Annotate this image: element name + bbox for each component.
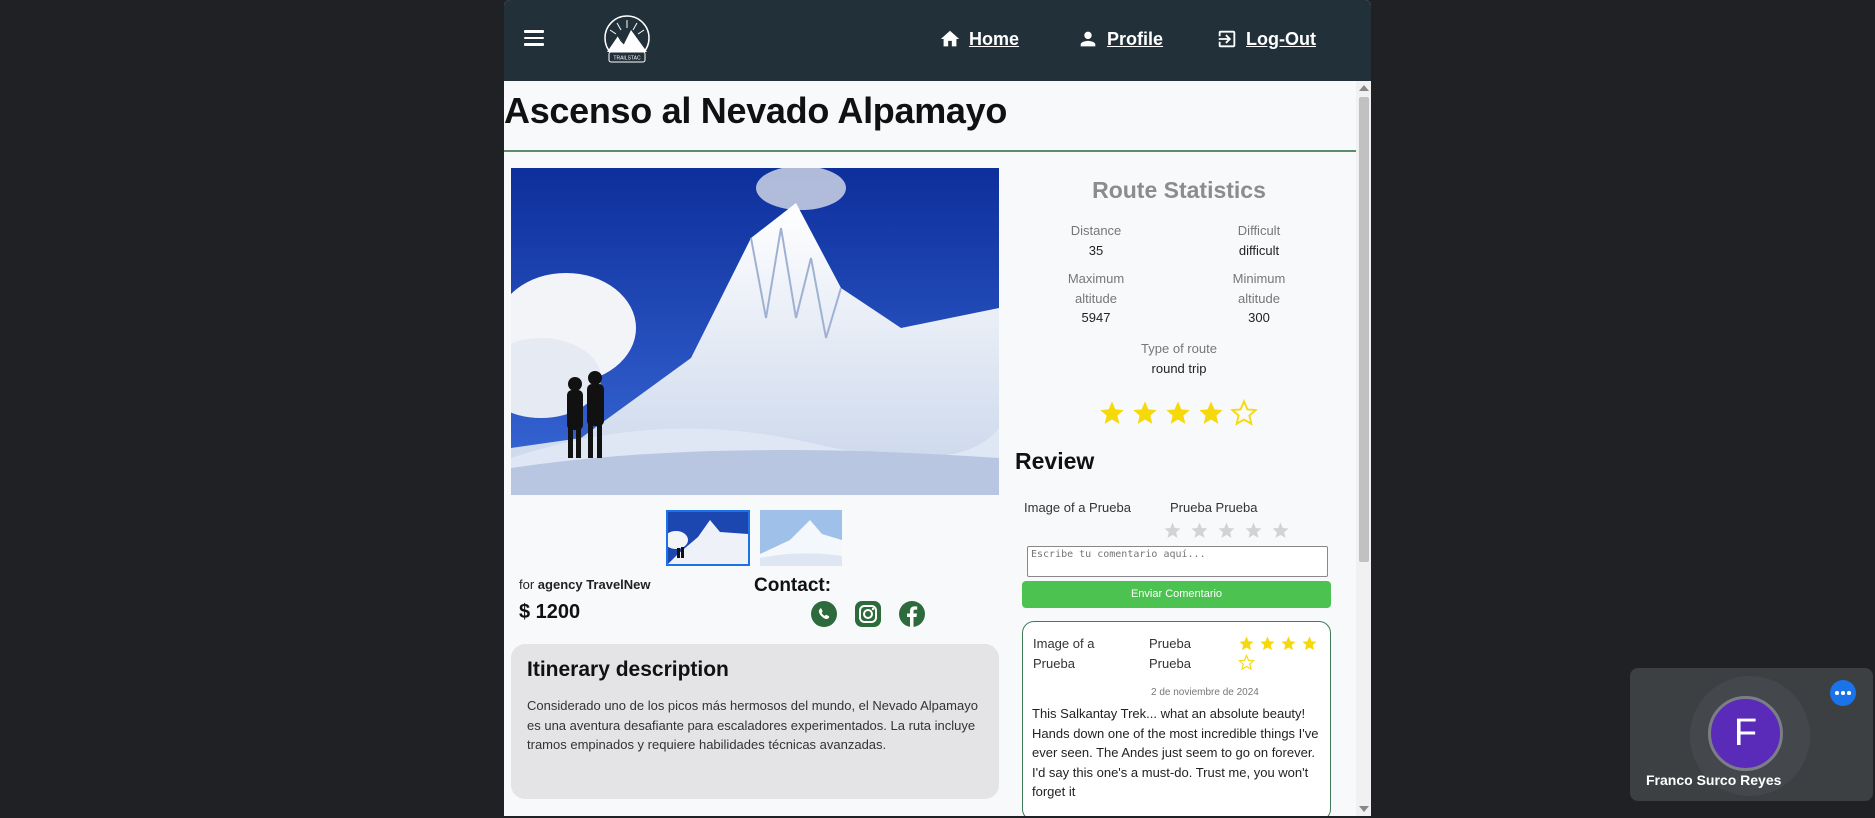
more-options-button[interactable] bbox=[1830, 680, 1856, 706]
route-detail-page: Ascenso al Nevado Alpamayo for agency Tr… bbox=[504, 81, 1356, 816]
gallery-thumbnail[interactable] bbox=[760, 510, 842, 566]
logout-link[interactable]: Log-Out bbox=[1216, 28, 1316, 50]
menu-icon[interactable] bbox=[524, 30, 544, 48]
app-window: TRAILSTAC Home Profile Log-Out Ascenso a… bbox=[504, 0, 1371, 816]
stat-label: Distance bbox=[1070, 223, 1122, 238]
agency-name: agency TravelNew bbox=[537, 577, 651, 592]
trailstac-logo[interactable]: TRAILSTAC bbox=[603, 14, 651, 66]
star-empty-icon[interactable] bbox=[1217, 521, 1236, 540]
stats-title: Route Statistics bbox=[1092, 177, 1266, 203]
logout-icon bbox=[1218, 30, 1236, 48]
stat-value: difficult bbox=[1238, 242, 1280, 258]
agency-info: for agency TravelNew bbox=[519, 577, 651, 592]
logout-label: Log-Out bbox=[1246, 28, 1316, 49]
stat-value: 300 bbox=[1248, 310, 1270, 325]
review-text: This Salkantay Trek... what an absolute … bbox=[1032, 706, 1319, 799]
scroll-thumb[interactable] bbox=[1359, 97, 1369, 562]
star-filled-icon bbox=[1100, 401, 1124, 424]
stat-value: 35 bbox=[1088, 242, 1104, 258]
star-empty-icon[interactable] bbox=[1271, 521, 1290, 540]
rating-input[interactable] bbox=[1163, 521, 1290, 540]
review-rating bbox=[1238, 635, 1328, 671]
instagram-icon[interactable] bbox=[854, 600, 882, 628]
contact-title: Contact: bbox=[754, 575, 832, 596]
star-filled-icon bbox=[1239, 636, 1254, 651]
star-filled-icon bbox=[1302, 636, 1317, 651]
review-section-title: Review bbox=[1015, 448, 1095, 474]
facebook-icon[interactable] bbox=[898, 600, 926, 628]
avatar: F bbox=[1708, 696, 1783, 771]
stat-label: Minimum altitude bbox=[1232, 271, 1286, 306]
star-filled-icon bbox=[1199, 401, 1223, 424]
stat-route-type: Type of route round trip bbox=[1104, 339, 1254, 378]
profile-label: Profile bbox=[1107, 28, 1164, 49]
participant-name: Franco Surco Reyes bbox=[1646, 772, 1782, 788]
stat-distance: Distance 35 bbox=[1021, 221, 1171, 260]
comment-input[interactable] bbox=[1027, 546, 1328, 577]
stat-difficult: Difficult difficult bbox=[1184, 221, 1334, 260]
stat-label: Difficult bbox=[1237, 223, 1281, 238]
stat-value: round trip bbox=[1151, 360, 1207, 376]
review-user: Prueba Prueba bbox=[1149, 636, 1191, 671]
star-filled-icon bbox=[1166, 401, 1190, 424]
navbar: TRAILSTAC Home Profile Log-Out bbox=[504, 0, 1371, 81]
home-link[interactable]: Home bbox=[939, 28, 1019, 50]
itinerary-card: Itinerary description Considerado uno de… bbox=[511, 644, 999, 799]
meeting-participant-tile[interactable]: F Franco Surco Reyes bbox=[1630, 668, 1873, 801]
star-filled-icon bbox=[1281, 636, 1296, 651]
person-icon bbox=[1080, 31, 1096, 47]
review-date: 2 de noviembre de 2024 bbox=[1151, 687, 1259, 698]
star-empty-icon[interactable] bbox=[1244, 521, 1263, 540]
whatsapp-icon[interactable] bbox=[810, 600, 838, 628]
page-title: Ascenso al Nevado Alpamayo bbox=[504, 90, 1008, 131]
home-icon bbox=[940, 30, 960, 47]
star-empty-icon bbox=[1230, 399, 1258, 426]
svg-text:TRAILSTAC: TRAILSTAC bbox=[613, 56, 641, 62]
agency-prefix: for bbox=[519, 577, 535, 592]
home-label: Home bbox=[969, 28, 1020, 49]
stat-label: Type of route bbox=[1141, 341, 1217, 356]
stat-min-altitude: Minimum altitude 300 bbox=[1184, 269, 1334, 328]
scroll-up-arrow[interactable] bbox=[1359, 85, 1369, 91]
star-empty-icon bbox=[1238, 654, 1255, 671]
star-empty-icon[interactable] bbox=[1190, 521, 1209, 540]
review-image-alt: Image of a Prueba bbox=[1033, 636, 1095, 671]
profile-link[interactable]: Profile bbox=[1077, 28, 1163, 50]
stat-value: 5947 bbox=[1081, 310, 1111, 325]
review-card: Image of a Prueba Prueba Prueba 2 de nov… bbox=[1022, 621, 1331, 816]
submit-comment-button[interactable]: Enviar Comentario bbox=[1022, 581, 1331, 608]
star-filled-icon bbox=[1133, 401, 1157, 424]
reviewer-image-alt: Image of a Prueba bbox=[1024, 500, 1131, 515]
reviewer-name: Prueba Prueba bbox=[1170, 500, 1258, 515]
stat-max-altitude: Maximum altitude 5947 bbox=[1021, 269, 1171, 328]
gallery-thumbnail[interactable] bbox=[666, 510, 750, 566]
scroll-down-arrow[interactable] bbox=[1359, 806, 1369, 812]
route-rating bbox=[1098, 399, 1258, 427]
star-empty-icon[interactable] bbox=[1163, 521, 1182, 540]
itinerary-text: Considerado uno de los picos más hermoso… bbox=[527, 698, 978, 752]
title-divider bbox=[504, 150, 1356, 152]
page-scrollbar[interactable] bbox=[1356, 81, 1371, 816]
stat-label: Maximum altitude bbox=[1067, 271, 1125, 306]
route-main-image[interactable] bbox=[511, 168, 999, 495]
star-filled-icon bbox=[1260, 636, 1275, 651]
route-price: $ 1200 bbox=[519, 601, 581, 623]
itinerary-title: Itinerary description bbox=[527, 658, 729, 681]
